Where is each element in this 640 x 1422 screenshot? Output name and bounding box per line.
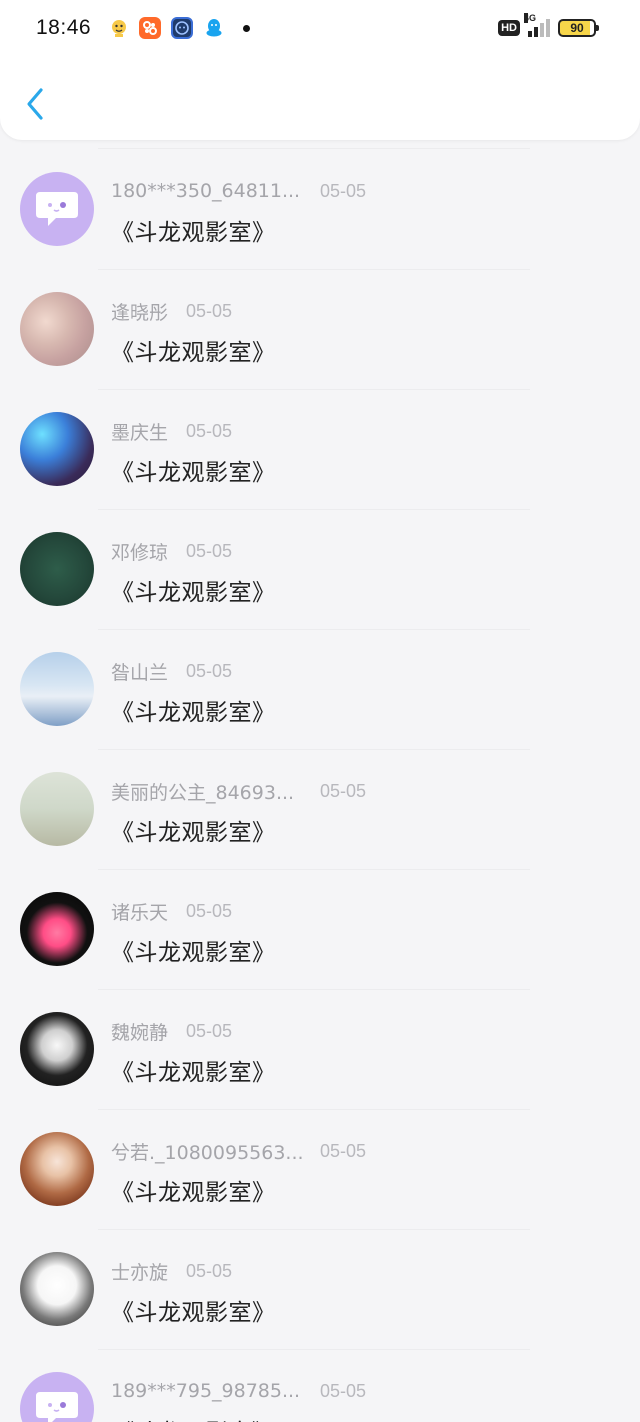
signal-icon: 4G bbox=[524, 13, 550, 37]
header-card: 18:46 HD 4G 90 bbox=[0, 0, 640, 140]
sender-name: 逢晓彤 bbox=[111, 301, 169, 324]
message-text: 《斗龙观影室》 bbox=[111, 220, 276, 246]
notification-icon-robot bbox=[171, 17, 193, 39]
message-date: 05-05 bbox=[186, 300, 233, 321]
message-text: 《斗龙观影室》 bbox=[111, 460, 276, 486]
message-date: 05-05 bbox=[186, 900, 233, 921]
avatar bbox=[20, 652, 94, 726]
list-item[interactable]: 魏婉静 05-05 《斗龙观影室》 bbox=[0, 990, 640, 1110]
system-indicators: HD 4G 90 bbox=[498, 13, 599, 41]
message-date: 05-05 bbox=[320, 1140, 367, 1161]
list-item[interactable]: 兮若._1080095563... 05-05 《斗龙观影室》 bbox=[0, 1110, 640, 1230]
sender-name: 士亦旋 bbox=[111, 1261, 169, 1284]
message-text: 《斗龙观影室》 bbox=[111, 700, 276, 726]
message-text: 《斗龙观影室》 bbox=[111, 1060, 276, 1086]
message-date: 05-05 bbox=[186, 540, 233, 561]
message-date: 05-05 bbox=[320, 1380, 367, 1401]
sender-name: 美丽的公主_84693... bbox=[111, 781, 295, 804]
list-item[interactable]: 墨庆生 05-05 《斗龙观影室》 bbox=[0, 390, 640, 510]
sender-name: 墨庆生 bbox=[111, 421, 169, 444]
battery-icon: 90 bbox=[558, 19, 599, 37]
message-date: 05-05 bbox=[320, 780, 367, 801]
sender-name: 昝山兰 bbox=[111, 661, 169, 684]
status-time: 18:46 bbox=[36, 16, 92, 39]
battery-level: 90 bbox=[570, 21, 584, 35]
message-date: 05-05 bbox=[186, 1020, 233, 1041]
message-list: 180***350_64811... 05-05 《斗龙观影室》 逢晓彤 05-… bbox=[0, 150, 640, 1422]
avatar bbox=[20, 1012, 94, 1086]
message-date: 05-05 bbox=[186, 420, 233, 441]
avatar bbox=[20, 772, 94, 846]
list-item[interactable]: 士亦旋 05-05 《斗龙观影室》 bbox=[0, 1230, 640, 1350]
list-item[interactable]: 美丽的公主_84693... 05-05 《斗龙观影室》 bbox=[0, 750, 640, 870]
sender-name: 魏婉静 bbox=[111, 1021, 169, 1044]
screen: 18:46 HD 4G 90 180***350_64811... 05-05 … bbox=[0, 0, 640, 1422]
chevron-left-icon bbox=[27, 88, 43, 120]
avatar bbox=[20, 1252, 94, 1326]
message-text: 《斗龙观影室》 bbox=[111, 1413, 276, 1422]
back-button[interactable] bbox=[22, 86, 48, 122]
list-item[interactable]: 189***795_98785... 05-05 《斗龙观影室》 bbox=[0, 1350, 640, 1422]
list-item[interactable]: 逢晓彤 05-05 《斗龙观影室》 bbox=[0, 270, 640, 390]
notification-icon-orange-app bbox=[139, 17, 161, 39]
avatar bbox=[20, 1132, 94, 1206]
avatar bbox=[20, 892, 94, 966]
notification-icon-baby bbox=[108, 17, 130, 39]
sender-name: 180***350_64811... bbox=[111, 180, 301, 202]
network-type: 4G bbox=[524, 13, 537, 23]
hd-badge: HD bbox=[498, 20, 520, 36]
message-text: 《斗龙观影室》 bbox=[111, 820, 276, 846]
list-item[interactable]: 180***350_64811... 05-05 《斗龙观影室》 bbox=[0, 150, 640, 270]
message-date: 05-05 bbox=[186, 1260, 233, 1281]
avatar bbox=[20, 532, 94, 606]
more-notifications-dot bbox=[243, 25, 250, 32]
sender-name: 邓修琼 bbox=[111, 541, 169, 564]
message-text: 《斗龙观影室》 bbox=[111, 1180, 276, 1206]
status-bar: 18:46 HD 4G 90 bbox=[0, 0, 640, 58]
message-date: 05-05 bbox=[186, 660, 233, 681]
message-text: 《斗龙观影室》 bbox=[111, 580, 276, 606]
message-text: 《斗龙观影室》 bbox=[111, 940, 276, 966]
message-date: 05-05 bbox=[320, 180, 367, 201]
list-item[interactable]: 邓修琼 05-05 《斗龙观影室》 bbox=[0, 510, 640, 630]
message-text: 《斗龙观影室》 bbox=[111, 340, 276, 366]
list-item[interactable]: 诸乐天 05-05 《斗龙观影室》 bbox=[0, 870, 640, 990]
avatar-default-chat-icon bbox=[20, 172, 94, 246]
message-text: 《斗龙观影室》 bbox=[111, 1300, 276, 1326]
notification-icon-qq bbox=[203, 17, 225, 39]
avatar bbox=[20, 412, 94, 486]
list-item[interactable]: 昝山兰 05-05 《斗龙观影室》 bbox=[0, 630, 640, 750]
avatar bbox=[20, 292, 94, 366]
sender-name: 诸乐天 bbox=[111, 901, 169, 924]
sender-name: 189***795_98785... bbox=[111, 1380, 301, 1402]
divider bbox=[98, 148, 530, 149]
avatar-default-chat-icon bbox=[20, 1372, 94, 1422]
sender-name: 兮若._1080095563... bbox=[111, 1141, 302, 1164]
